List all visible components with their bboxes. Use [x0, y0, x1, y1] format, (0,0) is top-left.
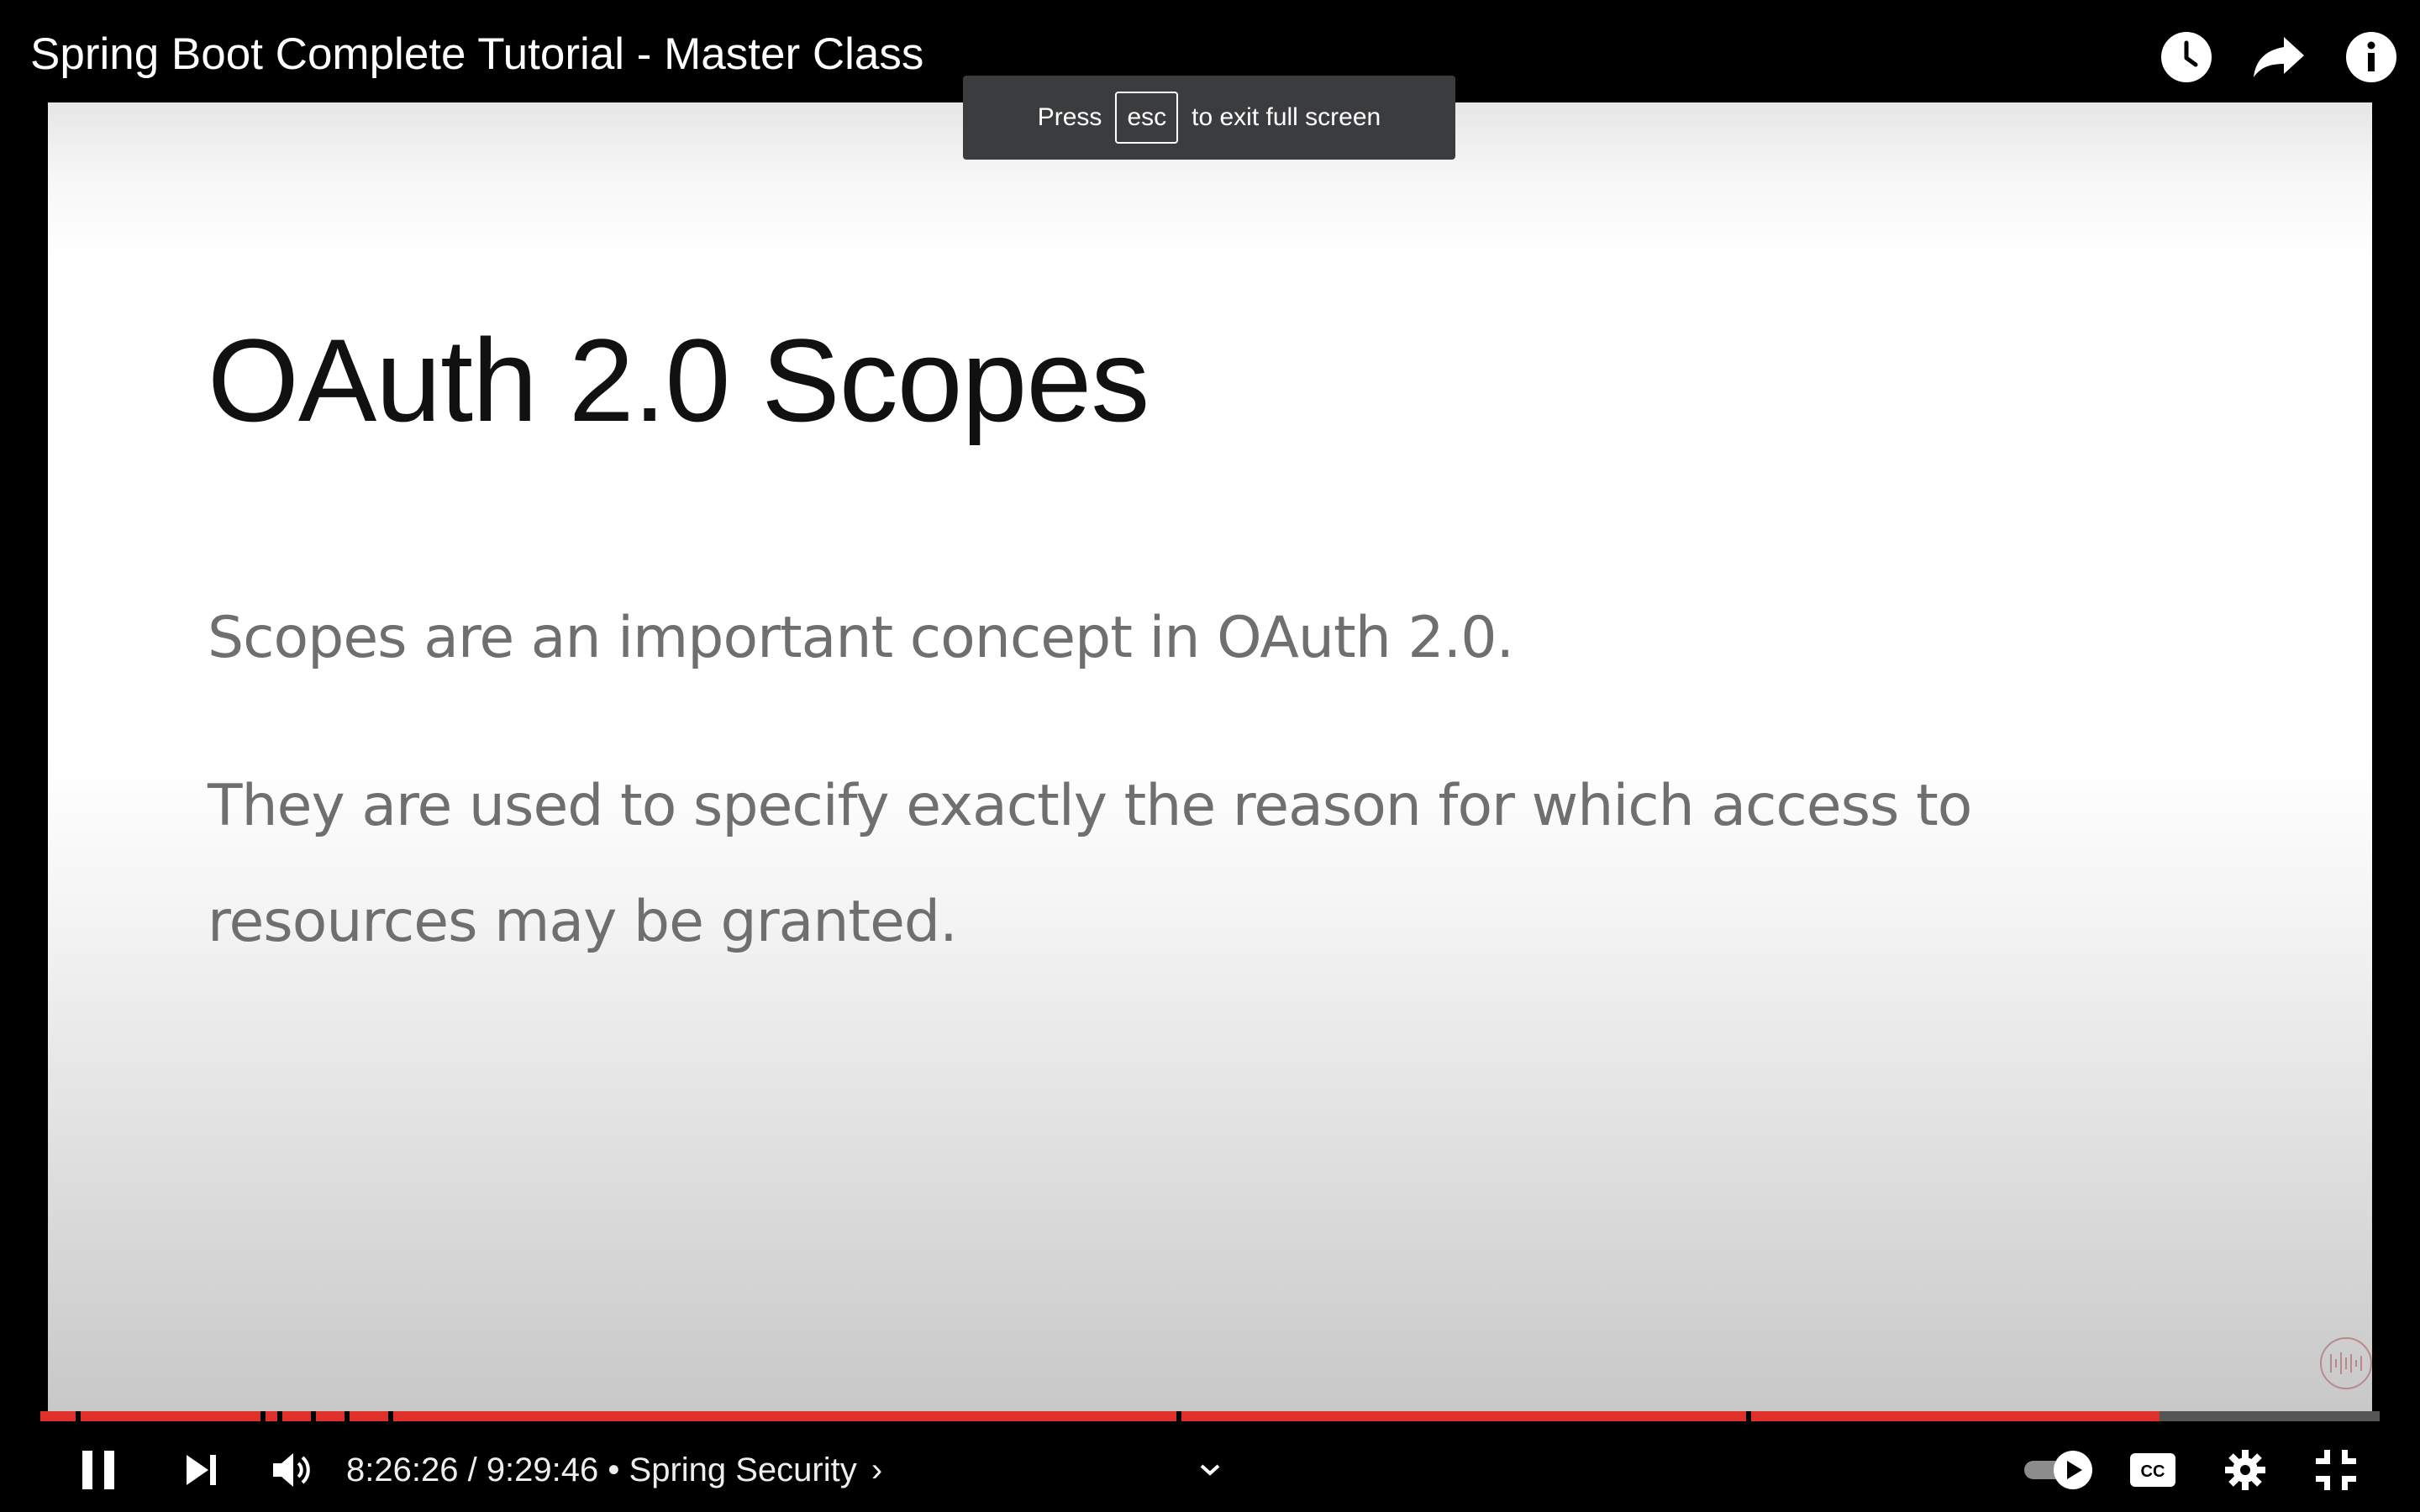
chapter-marker: [345, 1411, 350, 1421]
fullscreen-hint-suffix: to exit full screen: [1192, 103, 1381, 131]
video-title[interactable]: Spring Boot Complete Tutorial - Master C…: [30, 29, 923, 80]
video-frame[interactable]: OAuth 2.0 Scopes Scopes are an important…: [48, 102, 2372, 1411]
info-icon[interactable]: [2344, 30, 2398, 84]
esc-key-badge: esc: [1115, 92, 1179, 144]
chapter-marker: [1176, 1411, 1181, 1421]
chapter-marker: [1746, 1411, 1751, 1421]
chevron-down-icon[interactable]: [1193, 1428, 1227, 1512]
chapter-bullet: •: [598, 1451, 629, 1488]
captions-button[interactable]: CC: [2129, 1428, 2176, 1512]
progress-played: [40, 1411, 2160, 1421]
share-icon[interactable]: [2252, 30, 2306, 84]
chapter-marker: [260, 1411, 266, 1421]
volume-button[interactable]: [266, 1428, 319, 1512]
player-controls: 8:26:26 / 9:29:46 • Spring Security › CC: [0, 1428, 2420, 1512]
time-display: 8:26:26 / 9:29:46 • Spring Security ›: [346, 1428, 882, 1512]
chapter-marker: [277, 1411, 282, 1421]
autoplay-toggle[interactable]: [2020, 1428, 2097, 1512]
fullscreen-exit-hint: Press esc to exit full screen: [963, 76, 1455, 160]
chapter-marker: [76, 1411, 81, 1421]
chapter-chevron-icon: ›: [871, 1451, 883, 1488]
channel-watermark-icon[interactable]: [2320, 1337, 2372, 1389]
pause-button[interactable]: [72, 1428, 126, 1512]
settings-gear-icon[interactable]: [2222, 1428, 2269, 1512]
time-separator: /: [458, 1451, 487, 1488]
fullscreen-hint-prefix: Press: [1037, 103, 1102, 131]
slide-paragraph-2-line-1: They are used to specify exactly the rea…: [208, 773, 1972, 839]
chapter-marker: [311, 1411, 316, 1421]
clock-icon[interactable]: [2160, 30, 2213, 84]
current-time: 8:26:26: [346, 1451, 459, 1488]
progress-bar[interactable]: [40, 1411, 2380, 1421]
chapter-title: Spring Security: [629, 1451, 857, 1488]
chapter-marker: [388, 1411, 393, 1421]
video-player[interactable]: OAuth 2.0 Scopes Scopes are an important…: [0, 0, 2420, 1512]
slide-title: OAuth 2.0 Scopes: [208, 314, 1150, 446]
next-button[interactable]: [175, 1428, 229, 1512]
svg-text:CC: CC: [2141, 1462, 2165, 1481]
duration: 9:29:46: [486, 1451, 599, 1488]
top-icon-bar: [2160, 30, 2398, 84]
slide-paragraph-2-line-2: resources may be granted.: [208, 889, 958, 955]
exit-fullscreen-icon[interactable]: [2312, 1428, 2360, 1512]
chapter-title-button[interactable]: Spring Security ›: [629, 1452, 883, 1489]
slide-paragraph-1: Scopes are an important concept in OAuth…: [208, 605, 1514, 671]
